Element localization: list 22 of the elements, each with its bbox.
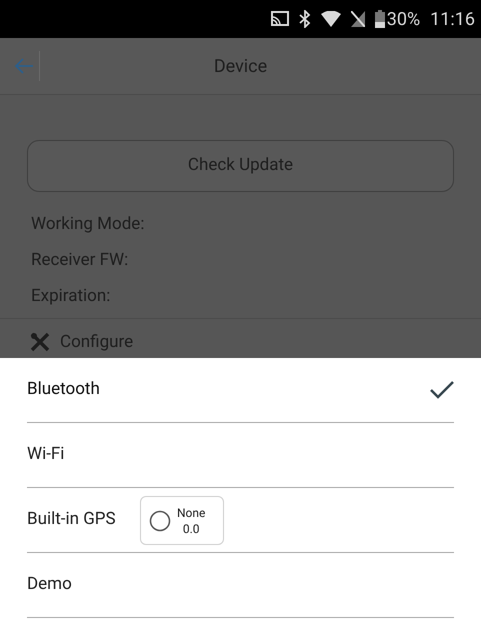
widget-title: None	[177, 504, 206, 520]
section-label: Configure	[60, 332, 134, 352]
battery-icon	[374, 10, 385, 28]
circle-icon	[149, 510, 171, 532]
info-label: Receiver FW:	[31, 249, 130, 271]
back-arrow-icon	[14, 58, 34, 74]
wifi-icon	[320, 11, 341, 27]
option-item[interactable]: Wi-Fi	[27, 423, 454, 488]
info-label: Expiration:	[31, 285, 112, 307]
checkmark-icon	[430, 381, 454, 399]
widget-value: 0.0	[182, 520, 200, 536]
battery-percent: 30%	[386, 8, 420, 32]
header-title: Device	[214, 54, 268, 78]
option-item[interactable]: Demo	[27, 553, 454, 618]
tools-icon	[30, 332, 52, 352]
bluetooth-icon	[298, 10, 311, 28]
floating-widget[interactable]: None 0.0	[140, 496, 224, 545]
option-item[interactable]: Bluetooth	[27, 358, 454, 423]
cast-icon	[270, 11, 289, 27]
info-label: Working Mode:	[31, 213, 146, 235]
clock: 11:16	[430, 8, 475, 32]
no-signal-icon	[350, 11, 365, 27]
